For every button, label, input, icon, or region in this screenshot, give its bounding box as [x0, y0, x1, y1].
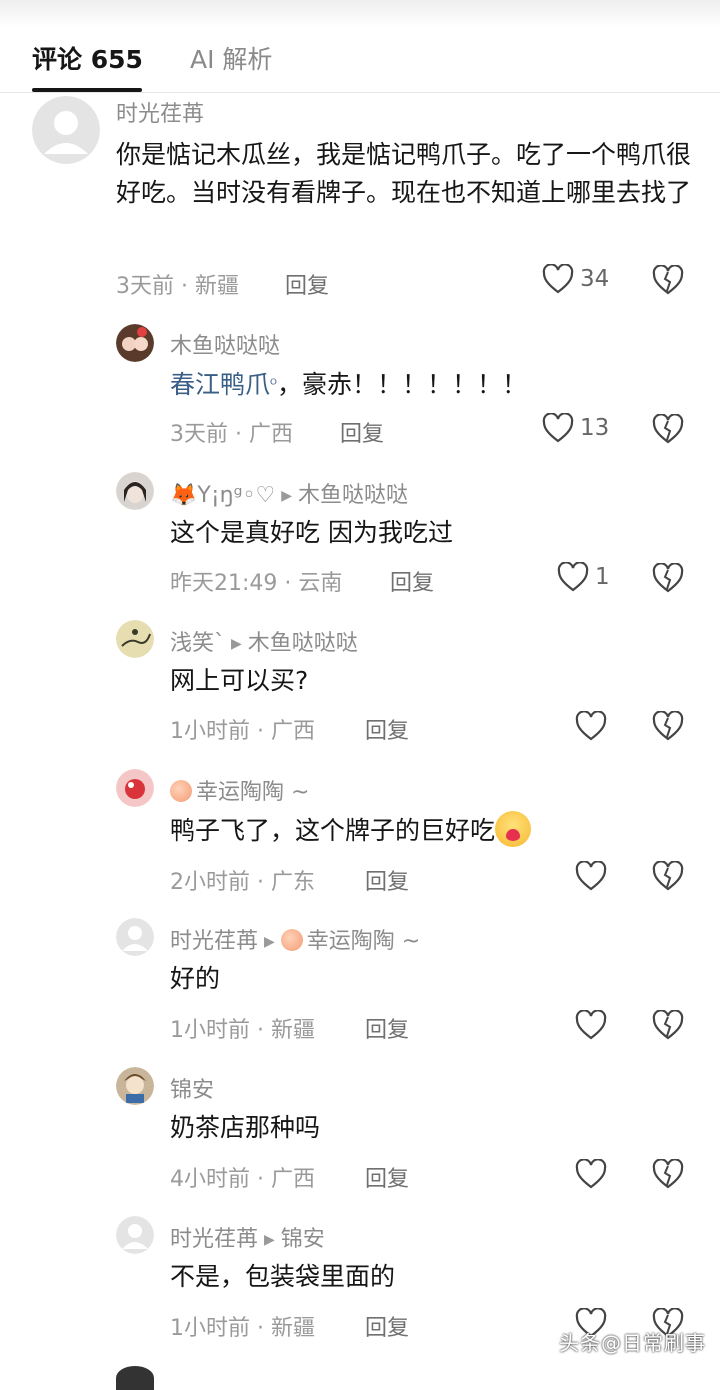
tab-comments[interactable]: 评论 655 — [32, 40, 143, 76]
watermark: 头条@日常刷事 — [559, 1331, 706, 1355]
dislike-button[interactable] — [652, 414, 684, 444]
heart-icon — [542, 264, 574, 294]
like-count: 13 — [580, 415, 610, 441]
divider — [0, 92, 720, 93]
like-button[interactable] — [575, 1010, 607, 1040]
comment-username[interactable]: 时光荏苒 ▶ 幸运陶陶 ~ — [170, 923, 420, 955]
like-button[interactable] — [575, 1159, 607, 1189]
comment-meta: 1小时前 · 新疆 — [170, 1316, 315, 1341]
comment-meta: 4小时前 · 广西 — [170, 1167, 315, 1192]
like-count: 1 — [595, 564, 610, 590]
comment-text: 不是，包装袋里面的 — [170, 1262, 396, 1291]
reply-button[interactable]: 回复 — [365, 1310, 409, 1342]
like-count: 34 — [580, 266, 610, 292]
dislike-button[interactable] — [652, 563, 684, 593]
avatar[interactable] — [116, 769, 154, 807]
like-button[interactable]: 13 — [542, 413, 609, 443]
dislike-button[interactable] — [652, 1010, 684, 1040]
comment-text: 你是惦记木瓜丝，我是惦记鸭爪子。吃了一个鸭爪很好吃。当时没有看牌子。现在也不知道… — [116, 140, 692, 207]
comment-username[interactable]: 幸运陶陶 ~ — [170, 774, 309, 806]
heart-icon — [575, 861, 607, 891]
comment-username[interactable]: 浅笑` ▶ 木鱼哒哒哒 — [170, 625, 358, 657]
comment-text: 网上可以买? — [170, 666, 309, 695]
reply-button[interactable]: 回复 — [285, 268, 329, 300]
avatar[interactable] — [116, 1366, 154, 1390]
dislike-button[interactable] — [652, 1159, 684, 1189]
broken-heart-icon — [652, 1159, 684, 1189]
heart-icon — [575, 1159, 607, 1189]
comment-text: 好的 — [170, 964, 221, 993]
broken-heart-icon — [652, 1010, 684, 1040]
tab-ai-analysis[interactable]: AI 解析 — [190, 40, 272, 76]
avatar[interactable] — [116, 1067, 154, 1105]
peach-icon — [170, 780, 192, 802]
comment-meta: 昨天21:49 · 云南 — [170, 571, 343, 596]
avatar[interactable] — [116, 1216, 154, 1254]
reply-button[interactable]: 回复 — [390, 565, 434, 597]
comment-meta: 3天前 · 广西 — [170, 422, 293, 447]
comment-text: 奶茶店那种吗 — [170, 1113, 321, 1142]
comment-text: 这个是真好吃 因为我吃过 — [170, 518, 453, 547]
comment-username[interactable]: 时光荏苒 ▶ 锦安 — [170, 1221, 325, 1253]
comment-meta: 1小时前 · 新疆 — [170, 1018, 315, 1043]
like-button[interactable]: 34 — [542, 264, 609, 294]
like-button[interactable] — [575, 711, 607, 741]
avatar[interactable] — [116, 324, 154, 362]
reply-arrow-icon: ▶ — [264, 1232, 275, 1248]
fox-icon: 🦊 — [170, 483, 198, 508]
dislike-button[interactable] — [652, 265, 684, 295]
heart-icon — [575, 1010, 607, 1040]
reply-arrow-icon: ▶ — [281, 488, 293, 504]
comment-username[interactable]: 锦安 — [170, 1072, 214, 1104]
reply-arrow-icon: ▶ — [264, 934, 275, 950]
search-icon: ᴼ — [270, 377, 277, 393]
peach-icon — [280, 929, 303, 951]
reply-button[interactable]: 回复 — [365, 1161, 409, 1193]
heart-icon — [557, 562, 589, 592]
avatar[interactable] — [116, 472, 154, 510]
reply-button[interactable]: 回复 — [365, 1012, 409, 1044]
comment-username[interactable]: 时光荏苒 — [116, 96, 204, 128]
tab-bar: 评论 655 AI 解析 — [0, 28, 720, 92]
status-bar-fade — [0, 0, 720, 28]
reply-button[interactable]: 回复 — [365, 864, 409, 896]
avatar[interactable] — [116, 918, 154, 956]
broken-heart-icon — [652, 861, 684, 891]
search-link[interactable]: 春江鸭爪 — [170, 370, 270, 399]
like-button[interactable]: 1 — [557, 562, 610, 592]
dislike-button[interactable] — [652, 711, 684, 741]
avatar[interactable] — [116, 620, 154, 658]
broken-heart-icon — [652, 414, 684, 444]
comment-username[interactable]: 木鱼哒哒哒 — [170, 328, 280, 360]
broken-heart-icon — [652, 711, 684, 741]
avatar[interactable] — [32, 96, 100, 164]
comment-text: 鸭子飞了，这个牌子的巨好吃 — [170, 811, 690, 850]
comment-username[interactable]: 🦊Y¡ŋᵍ◦♡ ▶ 木鱼哒哒哒 — [170, 477, 408, 509]
comment-meta: 1小时前 · 广西 — [170, 719, 315, 744]
heart-icon — [575, 711, 607, 741]
comment-meta: 2小时前 · 广东 — [170, 870, 315, 895]
like-button[interactable] — [575, 861, 607, 891]
broken-heart-icon — [652, 563, 684, 593]
broken-heart-icon — [652, 265, 684, 295]
comment-meta: 3天前 · 新疆 — [116, 274, 239, 299]
hugging-face-icon — [495, 811, 532, 847]
comment-text: 春江鸭爪ᴼ，豪赤！！！！！！！ — [170, 370, 527, 399]
reply-arrow-icon: ▶ — [231, 636, 242, 652]
dislike-button[interactable] — [652, 861, 684, 891]
reply-button[interactable]: 回复 — [365, 713, 409, 745]
heart-icon — [542, 413, 574, 443]
reply-button[interactable]: 回复 — [340, 416, 384, 448]
